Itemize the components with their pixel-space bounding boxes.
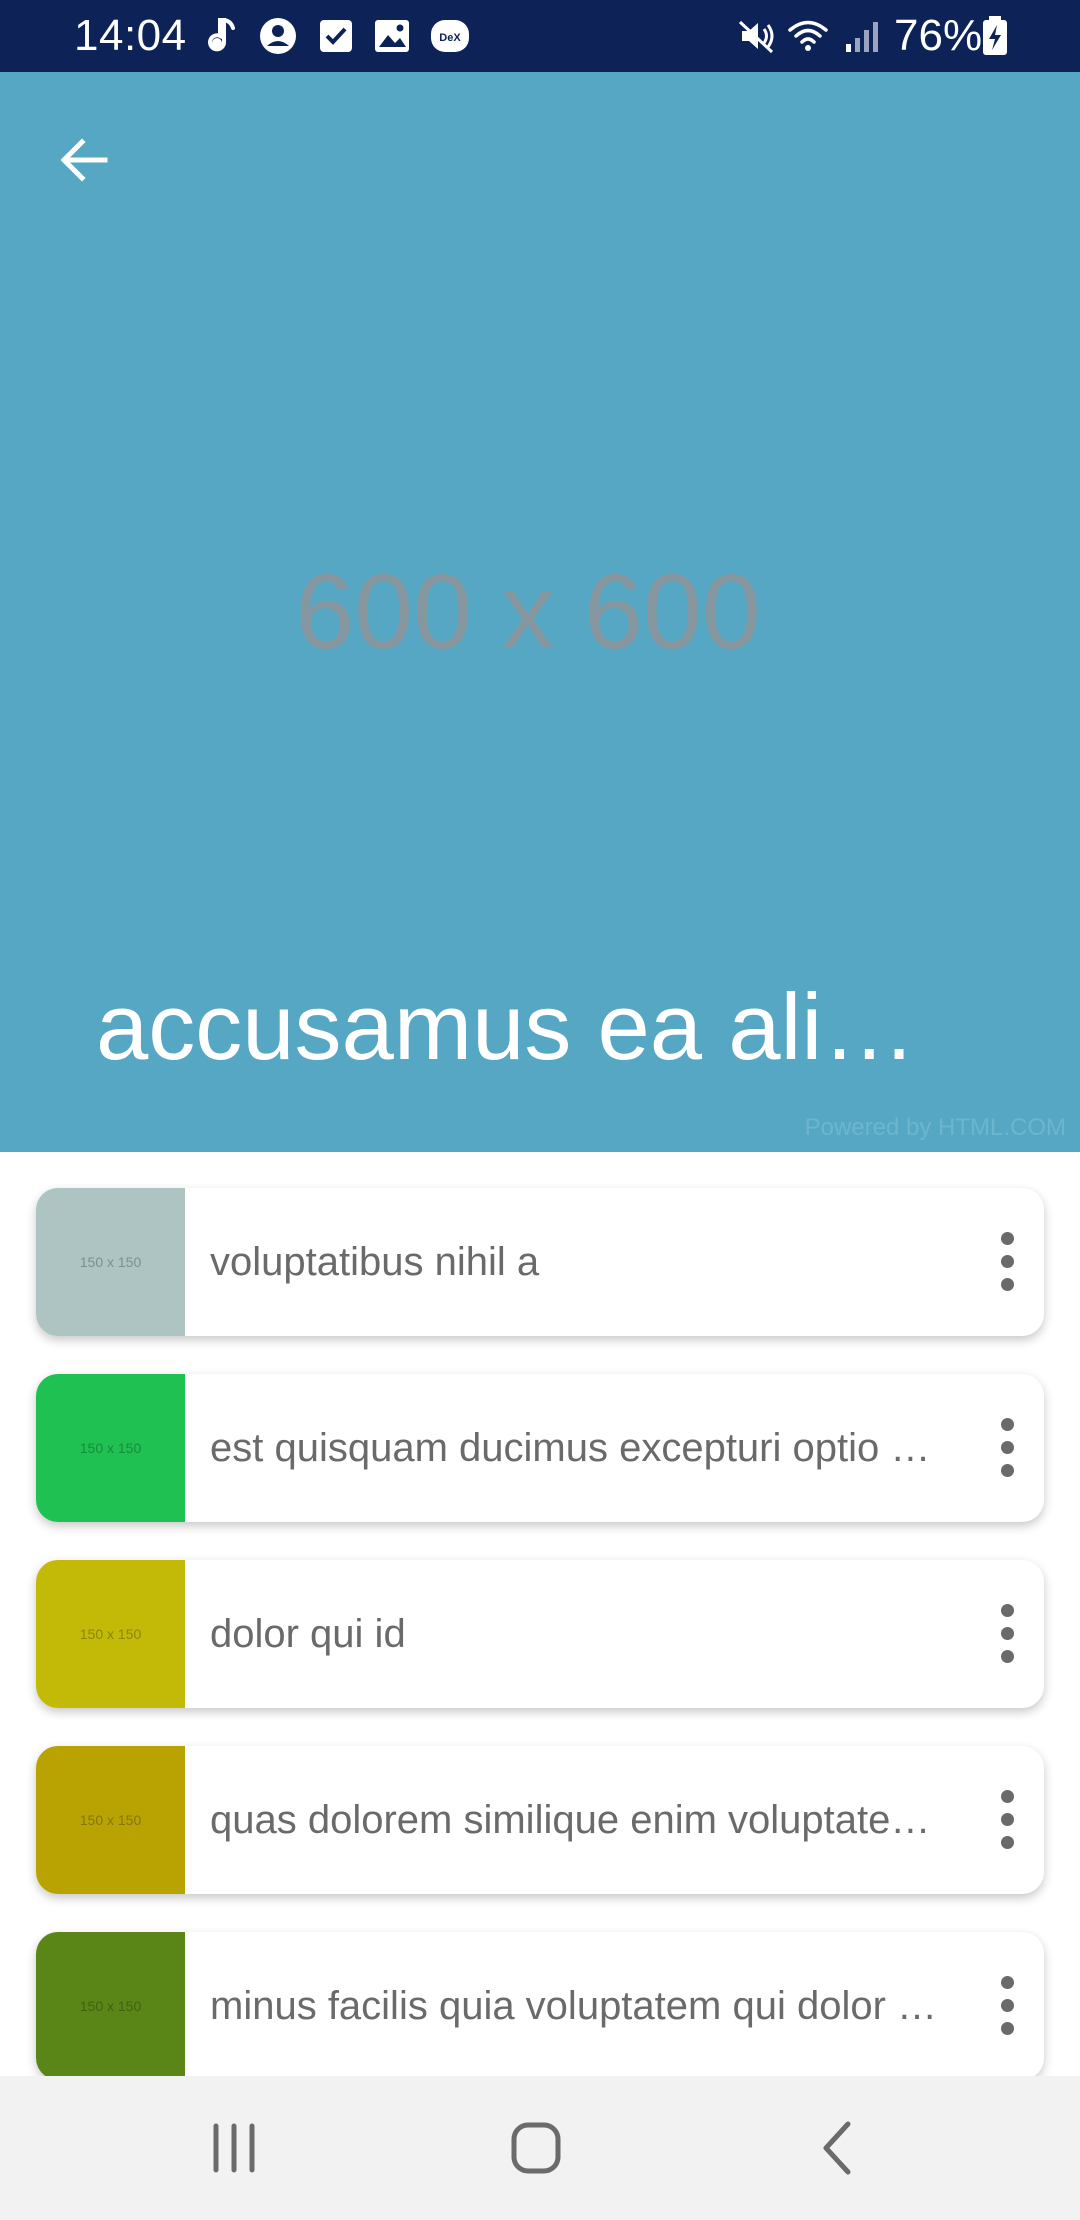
system-nav-bar <box>0 2076 1080 2220</box>
battery-charging-icon <box>980 14 1010 58</box>
item-thumbnail: 150 x 150 <box>36 1932 185 2076</box>
more-options-button[interactable] <box>990 1790 1026 1850</box>
item-list: 150 x 150 voluptatibus nihil a 150 x 150… <box>0 1152 1080 2076</box>
more-vert-icon <box>1001 1418 1014 1431</box>
signal-icon <box>840 14 884 58</box>
image-icon <box>370 14 414 58</box>
nav-back-button[interactable] <box>802 2112 874 2184</box>
home-button[interactable] <box>500 2112 572 2184</box>
home-icon <box>511 2122 561 2174</box>
list-item-title: est quisquam ducimus excepturi optio … <box>210 1426 931 1470</box>
powered-by-watermark: Powered by HTML.COM <box>804 1114 1066 1141</box>
arrow-left-icon <box>60 138 108 182</box>
thumbnail-label: 150 x 150 <box>79 1254 142 1270</box>
music-note-icon <box>200 14 244 58</box>
more-vert-icon <box>1001 1976 1014 1989</box>
more-options-button[interactable] <box>990 1604 1026 1664</box>
item-thumbnail: 150 x 150 <box>36 1374 185 1522</box>
item-thumbnail: 150 x 150 <box>36 1188 185 1336</box>
mute-icon <box>734 14 778 58</box>
status-time: 14:04 <box>74 11 187 60</box>
list-item-title: quas dolorem similique enim voluptate… <box>210 1798 931 1842</box>
thumbnail-label: 150 x 150 <box>79 1440 142 1456</box>
list-item-title: voluptatibus nihil a <box>210 1240 540 1284</box>
more-options-button[interactable] <box>990 1976 1026 2036</box>
more-vert-icon <box>1001 1604 1014 1617</box>
list-item[interactable]: 150 x 150 dolor qui id <box>36 1560 1044 1708</box>
battery-percent: 76% <box>894 11 983 60</box>
more-vert-icon <box>1001 1232 1014 1245</box>
thumbnail-label: 150 x 150 <box>79 1998 142 2014</box>
image-placeholder-label: 600 x 600 <box>295 553 761 671</box>
item-thumbnail: 150 x 150 <box>36 1560 185 1708</box>
list-item[interactable]: 150 x 150 minus facilis quia voluptatem … <box>36 1932 1044 2076</box>
hero-header: 600 x 600 accusamus ea ali… Powered by H… <box>0 72 1080 1152</box>
list-item-title: minus facilis quia voluptatem qui dolor … <box>210 1984 938 2028</box>
recent-apps-button[interactable] <box>198 2112 270 2184</box>
more-options-button[interactable] <box>990 1418 1026 1478</box>
back-button[interactable] <box>44 120 124 200</box>
more-options-button[interactable] <box>990 1232 1026 1292</box>
checkbox-icon <box>314 14 358 58</box>
recent-apps-icon <box>213 2123 255 2173</box>
list-item[interactable]: 150 x 150 voluptatibus nihil a <box>36 1188 1044 1336</box>
more-vert-icon <box>1001 1790 1014 1803</box>
dex-icon: DeX <box>428 14 472 58</box>
wifi-icon <box>786 14 830 58</box>
back-icon <box>823 2121 851 2175</box>
list-item[interactable]: 150 x 150 quas dolorem similique enim vo… <box>36 1746 1044 1894</box>
dex-label: DeX <box>439 32 461 44</box>
thumbnail-label: 150 x 150 <box>79 1812 142 1828</box>
item-thumbnail: 150 x 150 <box>36 1746 185 1894</box>
account-circle-icon <box>256 14 300 58</box>
list-item-title: dolor qui id <box>210 1612 406 1656</box>
list-item[interactable]: 150 x 150 est quisquam ducimus excepturi… <box>36 1374 1044 1522</box>
page-title: accusamus ea ali… <box>96 974 917 1079</box>
status-bar: 14:04 DeX 76% <box>0 0 1080 72</box>
thumbnail-label: 150 x 150 <box>79 1626 142 1642</box>
